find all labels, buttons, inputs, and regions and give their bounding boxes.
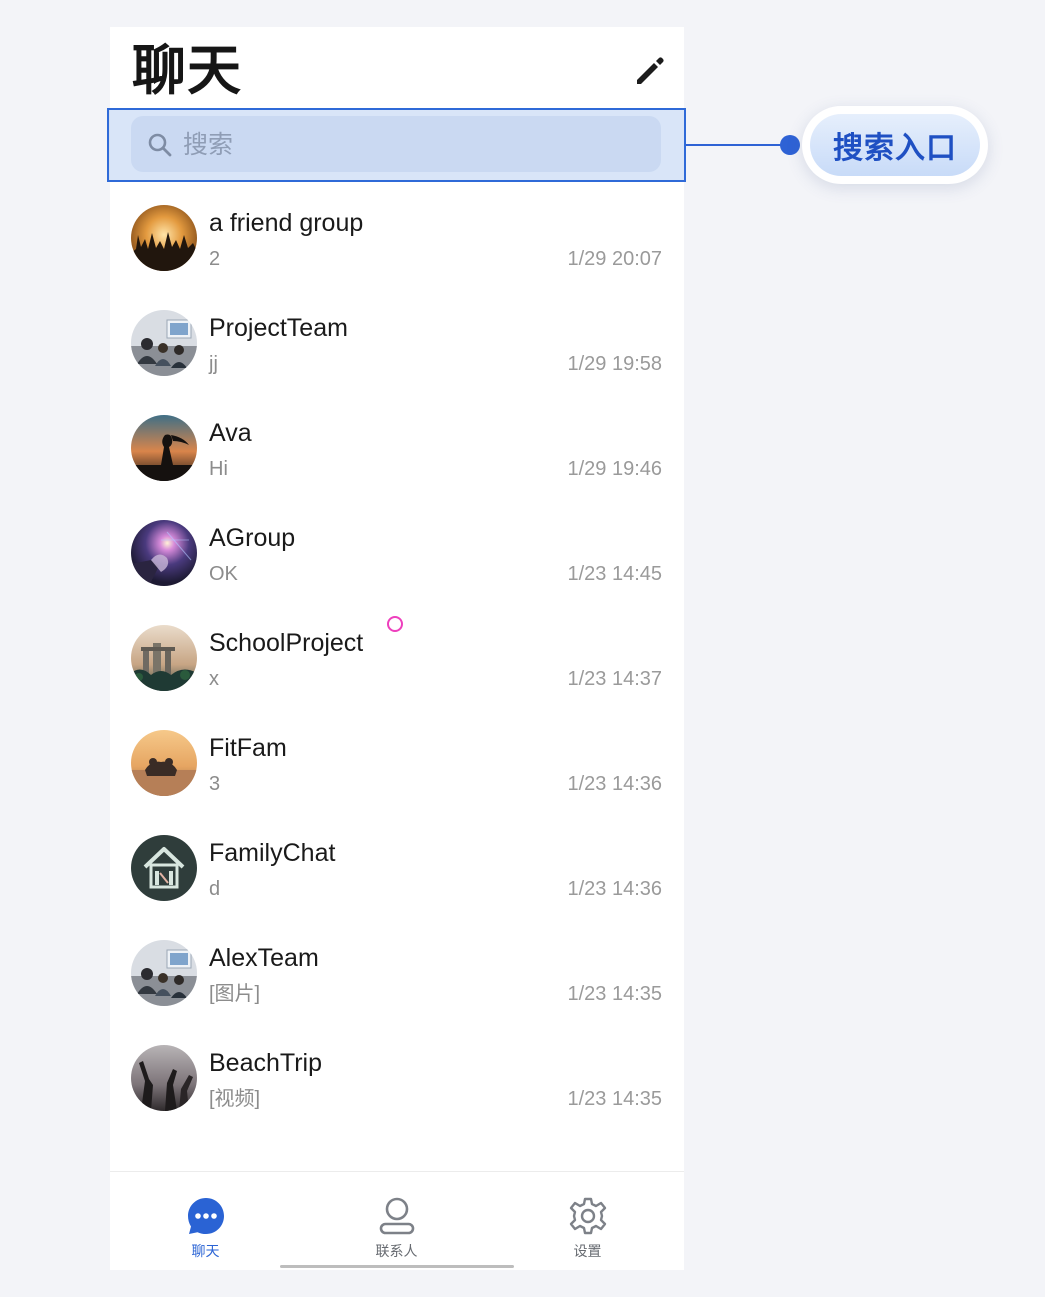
- chat-item-fitfam[interactable]: FitFam 3 1/23 14:36: [110, 716, 684, 821]
- tab-label: 设置: [573, 1244, 602, 1260]
- chat-item-beachtrip[interactable]: BeachTrip [视频] 1/23 14:35: [110, 1031, 684, 1136]
- chat-item-alexteam[interactable]: AlexTeam [图片] 1/23 14:35: [110, 926, 684, 1031]
- chat-name: BeachTrip: [209, 1049, 323, 1077]
- chat-preview: 3: [209, 773, 221, 795]
- callout-connector-dot: [780, 135, 800, 155]
- user-avatar: [131, 415, 197, 481]
- chat-time: 1/23 14:36: [567, 878, 662, 900]
- chat-item-projectteam[interactable]: ProjectTeam jj 1/29 19:58: [110, 296, 684, 401]
- search-placeholder: 搜索: [183, 130, 234, 159]
- chat-screen: 聊天 搜索 a friend group 2 1/29 20:07 Projec…: [110, 27, 684, 1270]
- tab-contacts[interactable]: 联系人: [301, 1172, 492, 1270]
- chat-name: ProjectTeam: [209, 314, 348, 342]
- chat-preview: d: [209, 878, 221, 900]
- chat-time: 1/29 19:58: [567, 353, 662, 375]
- chat-item-schoolproject[interactable]: SchoolProject x 1/23 14:37: [110, 611, 684, 716]
- chat-time: 1/23 14:35: [567, 1088, 662, 1110]
- chat-time: 1/23 14:45: [567, 563, 662, 585]
- tab-settings[interactable]: 设置: [492, 1172, 683, 1270]
- chat-item-agroup[interactable]: AGroup OK 1/23 14:45: [110, 506, 684, 611]
- chat-item-a-friend-group[interactable]: a friend group 2 1/29 20:07: [110, 191, 684, 296]
- chat-time: 1/23 14:35: [567, 983, 662, 1005]
- chat-preview: [视频]: [209, 1088, 261, 1110]
- tab-chat[interactable]: 聊天: [110, 1172, 301, 1270]
- chat-list: a friend group 2 1/29 20:07 ProjectTeam …: [110, 191, 684, 1136]
- callout-label-text: 搜索入口: [810, 114, 980, 176]
- chat-time: 1/23 14:37: [567, 668, 662, 690]
- group-avatar: [131, 835, 197, 901]
- chat-name: SchoolProject: [209, 629, 364, 657]
- group-avatar: [131, 205, 197, 271]
- chat-time: 1/29 19:46: [567, 458, 662, 480]
- search-icon: [148, 133, 172, 157]
- bottom-tab-bar: 聊天 联系人 设置: [110, 1171, 684, 1270]
- chat-item-familychat[interactable]: FamilyChat d 1/23 14:36: [110, 821, 684, 926]
- chat-bubble-icon: [188, 1198, 224, 1234]
- page-title: 聊天: [132, 39, 242, 102]
- home-indicator: [280, 1265, 514, 1268]
- group-avatar: [131, 1045, 197, 1111]
- chat-time: 1/23 14:36: [567, 773, 662, 795]
- callout-connector-line: [686, 144, 790, 146]
- tab-label: 聊天: [191, 1244, 220, 1260]
- group-avatar: [131, 310, 197, 376]
- tab-label: 联系人: [375, 1244, 418, 1260]
- person-icon: [379, 1197, 415, 1235]
- compose-button[interactable]: [630, 51, 668, 89]
- pencil-icon: [637, 57, 664, 84]
- chat-name: a friend group: [209, 209, 364, 237]
- chat-name: Ava: [209, 419, 252, 447]
- chat-preview: jj: [209, 353, 218, 375]
- chat-name: FitFam: [209, 734, 287, 762]
- search-bar[interactable]: 搜索: [131, 116, 661, 172]
- group-avatar: [131, 940, 197, 1006]
- group-avatar: [131, 730, 197, 796]
- gear-icon: [569, 1197, 607, 1235]
- chat-preview: [图片]: [209, 983, 261, 1005]
- chat-time: 1/29 20:07: [567, 248, 662, 270]
- callout-label: 搜索入口: [802, 106, 988, 184]
- chat-name: AGroup: [209, 524, 296, 552]
- chat-name: AlexTeam: [209, 944, 319, 972]
- chat-item-ava[interactable]: Ava Hi 1/29 19:46: [110, 401, 684, 506]
- chat-preview: Hi: [209, 458, 228, 480]
- group-avatar: [131, 625, 197, 691]
- chat-preview: OK: [209, 563, 238, 585]
- chat-preview: x: [209, 668, 219, 690]
- chat-name: FamilyChat: [209, 839, 336, 867]
- group-avatar: [131, 520, 197, 586]
- chat-preview: 2: [209, 248, 221, 270]
